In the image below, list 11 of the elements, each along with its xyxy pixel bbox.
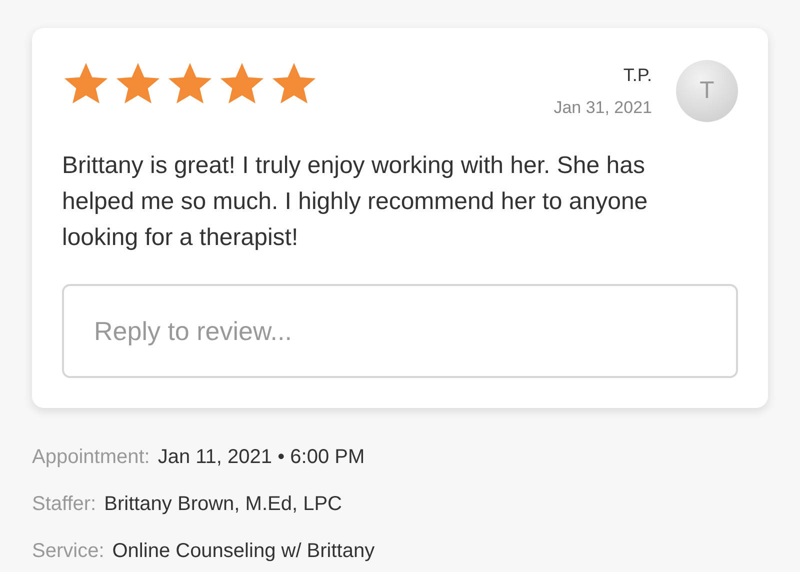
detail-value: Brittany Brown, M.Ed, LPC: [104, 492, 342, 517]
detail-value: Online Counseling w/ Brittany: [112, 539, 375, 564]
avatar: T: [676, 60, 738, 122]
review-text: Brittany is great! I truly enjoy working with her. She has helped me so much. I highly recommend her to anyone looking for a therapist!: [62, 151, 649, 253]
detail-value: Jan 11, 2021 • 6:00 PM: [158, 445, 365, 470]
detail-label: Staffer:: [32, 492, 96, 517]
detail-label: Service:: [32, 539, 104, 564]
detail-label: Appointment:: [32, 445, 150, 470]
reply-field[interactable]: Reply to review...: [62, 284, 738, 378]
reviewer-name: T.P.: [623, 64, 652, 86]
review-date: Jan 31, 2021: [554, 98, 652, 118]
